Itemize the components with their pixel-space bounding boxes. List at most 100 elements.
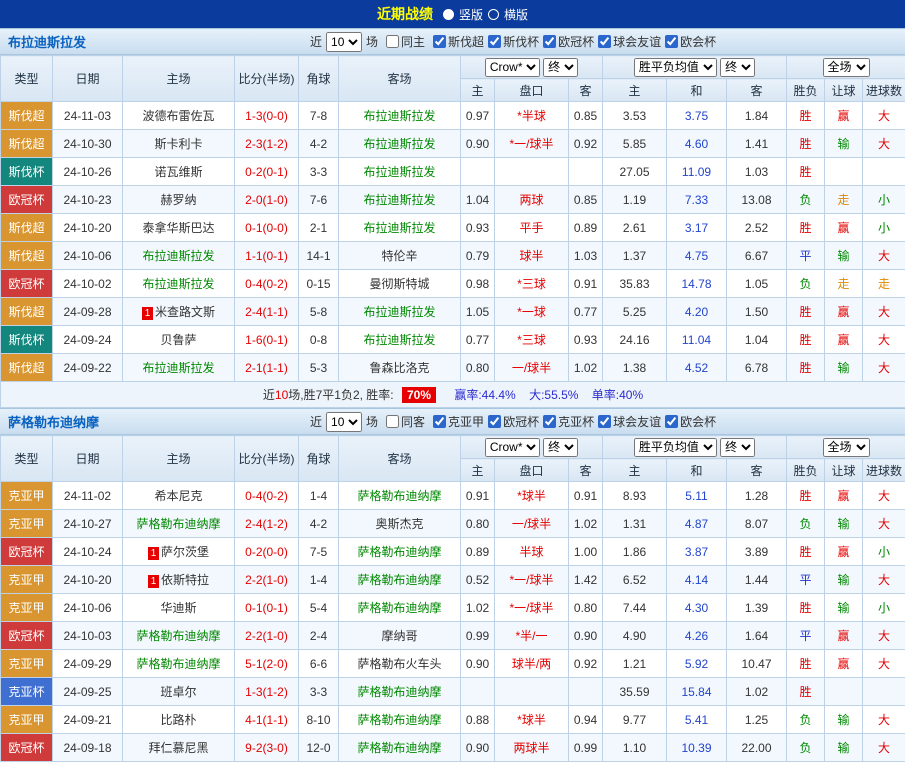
col-odds-home: 主 xyxy=(461,459,495,482)
league-badge: 欧冠杯 xyxy=(1,734,53,762)
result-wdl: 平 xyxy=(787,242,825,270)
home-team-name: 波德布雷佐瓦 xyxy=(142,109,214,123)
league-filter[interactable]: 克亚甲 xyxy=(433,413,484,430)
match-date: 24-11-02 xyxy=(53,482,123,510)
league-filter-checkbox[interactable] xyxy=(665,35,678,48)
result-goals: 大 xyxy=(863,130,905,158)
team-name: 萨格勒布迪纳摩 xyxy=(0,412,310,431)
league-filter-label: 欧会杯 xyxy=(680,33,716,50)
away-team-name: 萨格勒布火车头 xyxy=(357,657,441,671)
league-filter-checkbox[interactable] xyxy=(488,35,501,48)
vertical-layout-label[interactable]: 竖版 xyxy=(459,6,483,23)
league-filter[interactable]: 欧会杯 xyxy=(665,33,716,50)
result-handicap xyxy=(825,678,863,706)
same-venue-checkbox[interactable] xyxy=(386,35,399,48)
horizontal-layout-label[interactable]: 横版 xyxy=(504,6,528,23)
avg-home: 8.93 xyxy=(603,482,667,510)
odds-away xyxy=(569,678,603,706)
corner-score: 4-2 xyxy=(299,510,339,538)
home-team-name: 萨格勒布迪纳摩 xyxy=(136,657,220,671)
league-filter-checkbox[interactable] xyxy=(543,415,556,428)
result-handicap: 输 xyxy=(825,566,863,594)
league-filter-checkbox[interactable] xyxy=(598,35,611,48)
avg-draw: 4.52 xyxy=(667,354,727,382)
match-score: 1-3(0-0) xyxy=(235,102,299,130)
match-count-select[interactable]: 10 xyxy=(326,412,362,432)
result-goals: 大 xyxy=(863,326,905,354)
avg-away: 1.64 xyxy=(727,622,787,650)
home-team-name: 萨格勒布迪纳摩 xyxy=(136,629,220,643)
result-wdl: 胜 xyxy=(787,158,825,186)
avg-draw: 4.60 xyxy=(667,130,727,158)
league-filter[interactable]: 球会友谊 xyxy=(598,413,661,430)
vertical-layout-radio[interactable] xyxy=(443,9,454,20)
avg-time-select[interactable]: 终 xyxy=(720,58,755,77)
league-filter-label: 球会友谊 xyxy=(613,33,661,50)
result-wdl: 胜 xyxy=(787,326,825,354)
odds-home: 1.05 xyxy=(461,298,495,326)
league-filter[interactable]: 克亚杯 xyxy=(543,413,594,430)
odds-home xyxy=(461,678,495,706)
horizontal-layout-radio[interactable] xyxy=(488,9,499,20)
filter-controls: 近 10 场 同主 斯伐超斯伐杯欧冠杯球会友谊欧会杯 xyxy=(310,32,716,52)
league-filter-checkbox[interactable] xyxy=(543,35,556,48)
scope-select[interactable]: 全场 xyxy=(823,438,870,457)
avg-draw: 3.87 xyxy=(667,538,727,566)
avg-home: 1.31 xyxy=(603,510,667,538)
recent-results-page: 近期战绩 竖版 横版 布拉迪斯拉发 近 10 场 同主 斯伐超斯伐杯欧冠杯球会友… xyxy=(0,0,905,762)
result-wdl: 胜 xyxy=(787,130,825,158)
result-goals: 小 xyxy=(863,538,905,566)
avg-draw: 15.84 xyxy=(667,678,727,706)
league-filter-checkbox[interactable] xyxy=(433,415,446,428)
avg-draw: 4.87 xyxy=(667,510,727,538)
league-filter[interactable]: 欧会杯 xyxy=(665,413,716,430)
league-filter[interactable]: 球会友谊 xyxy=(598,33,661,50)
league-filter-checkbox[interactable] xyxy=(488,415,501,428)
avg-home: 6.52 xyxy=(603,566,667,594)
home-team-name: 贝鲁萨 xyxy=(160,333,196,347)
avg-time-select[interactable]: 终 xyxy=(720,438,755,457)
odds-home: 0.90 xyxy=(461,130,495,158)
league-filter[interactable]: 欧冠杯 xyxy=(488,413,539,430)
avg-draw: 7.33 xyxy=(667,186,727,214)
away-team: 奥斯杰克 xyxy=(339,510,461,538)
away-team-name: 摩纳哥 xyxy=(381,629,417,643)
same-venue-filter[interactable]: 同客 xyxy=(386,413,425,430)
league-badge: 欧冠杯 xyxy=(1,186,53,214)
home-team: 萨格勒布迪纳摩 xyxy=(123,650,235,678)
league-filter-checkbox[interactable] xyxy=(665,415,678,428)
same-venue-filter[interactable]: 同主 xyxy=(386,33,425,50)
avg-draw: 10.39 xyxy=(667,734,727,762)
scope-select[interactable]: 全场 xyxy=(823,58,870,77)
avg-source-select[interactable]: 胜平负均值 xyxy=(634,58,717,77)
odds-source-select[interactable]: Crow* xyxy=(485,438,540,457)
odds-time-select[interactable]: 终 xyxy=(543,438,578,457)
same-venue-checkbox[interactable] xyxy=(386,415,399,428)
result-goals xyxy=(863,158,905,186)
recent-matches-table: 类型 日期 主场 比分(半场) 角球 客场 Crow* 终 胜平负均值 终 xyxy=(0,55,905,408)
match-row: 克亚杯24-09-25班卓尔1-3(1-2)3-3萨格勒布迪纳摩35.5915.… xyxy=(1,678,905,706)
avg-away: 10.47 xyxy=(727,650,787,678)
avg-draw: 11.09 xyxy=(667,158,727,186)
home-team-name: 斯卡利卡 xyxy=(154,137,202,151)
col-score: 比分(半场) xyxy=(235,436,299,482)
odds-source-select[interactable]: Crow* xyxy=(485,58,540,77)
league-filter[interactable]: 斯伐杯 xyxy=(488,33,539,50)
avg-away: 2.52 xyxy=(727,214,787,242)
odds-handicap: 平手 xyxy=(495,214,569,242)
away-team-name: 萨格勒布迪纳摩 xyxy=(357,489,441,503)
league-filter[interactable]: 欧冠杯 xyxy=(543,33,594,50)
league-filter-checkbox[interactable] xyxy=(598,415,611,428)
league-filter-checkbox[interactable] xyxy=(433,35,446,48)
avg-source-select[interactable]: 胜平负均值 xyxy=(634,438,717,457)
odds-away: 0.89 xyxy=(569,214,603,242)
league-filter[interactable]: 斯伐超 xyxy=(433,33,484,50)
match-date: 24-10-06 xyxy=(53,594,123,622)
col-handicap: 盘口 xyxy=(495,79,569,102)
match-date: 24-09-21 xyxy=(53,706,123,734)
match-count-select[interactable]: 10 xyxy=(326,32,362,52)
odds-time-select[interactable]: 终 xyxy=(543,58,578,77)
col-let: 让球 xyxy=(825,459,863,482)
col-corner: 角球 xyxy=(299,436,339,482)
odds-away: 0.85 xyxy=(569,102,603,130)
